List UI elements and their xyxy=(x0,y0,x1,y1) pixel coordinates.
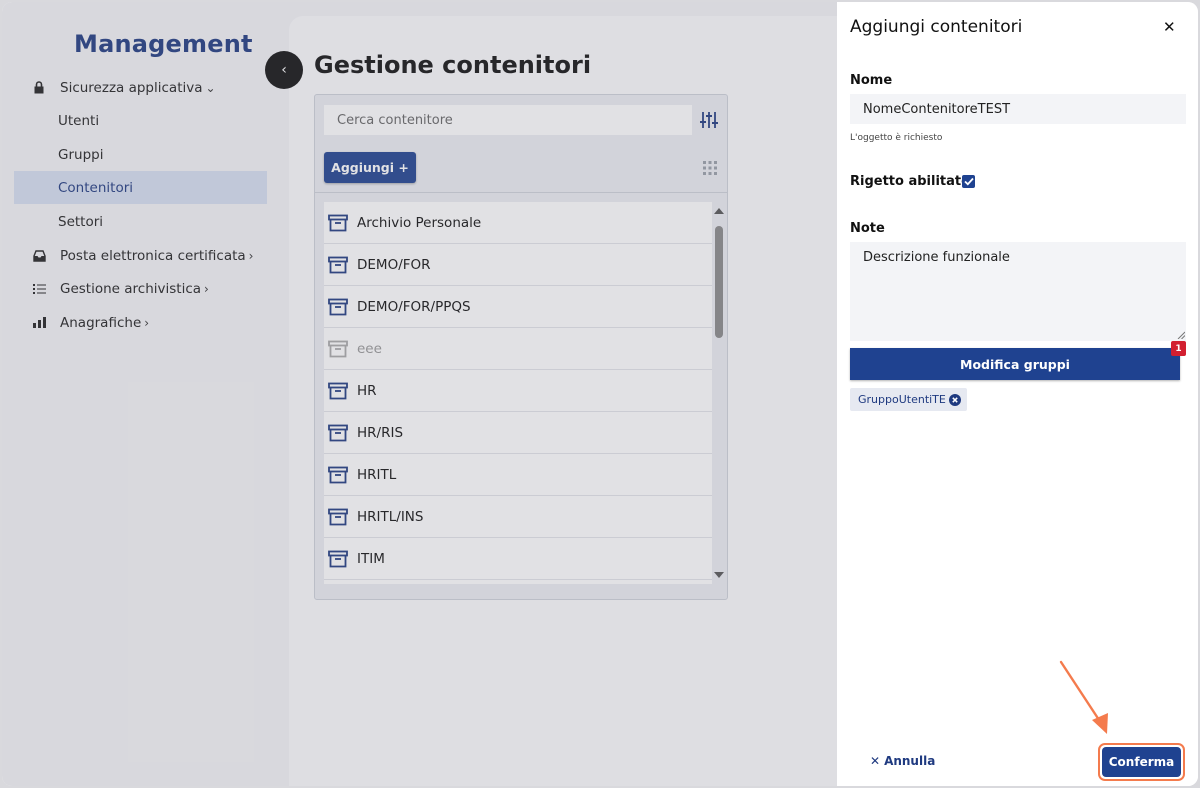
remove-chip-icon[interactable] xyxy=(948,393,961,406)
modal-backdrop[interactable] xyxy=(2,2,837,786)
name-hint: L'oggetto è richiesto xyxy=(850,133,943,143)
note-label: Note xyxy=(850,221,885,236)
close-icon: ✕ xyxy=(870,754,881,768)
groups-count-badge: 1 xyxy=(1171,341,1186,356)
reject-checkbox[interactable] xyxy=(962,175,975,188)
name-input[interactable] xyxy=(850,94,1186,124)
reject-label: Rigetto abilitato xyxy=(850,174,971,189)
add-container-drawer: Aggiungi contenitori ✕ Nome L'oggetto è … xyxy=(837,2,1198,786)
cancel-label: Annulla xyxy=(884,754,936,768)
confirm-button[interactable]: Conferma xyxy=(1102,747,1181,777)
checkmark-icon xyxy=(963,177,974,186)
name-label: Nome xyxy=(850,73,893,88)
edit-groups-button[interactable]: Modifica gruppi xyxy=(850,348,1180,380)
note-textarea[interactable]: Descrizione funzionale xyxy=(850,242,1186,341)
group-chip: GruppoUtentiTE xyxy=(850,388,967,411)
drawer-title: Aggiungi contenitori xyxy=(850,17,1023,37)
resize-handle-icon[interactable] xyxy=(1177,331,1185,339)
group-chip-label: GruppoUtentiTE xyxy=(858,393,946,406)
cancel-button[interactable]: ✕ Annulla xyxy=(870,754,935,768)
annotation-arrow-icon xyxy=(1059,660,1108,734)
close-icon[interactable]: ✕ xyxy=(1163,18,1176,36)
